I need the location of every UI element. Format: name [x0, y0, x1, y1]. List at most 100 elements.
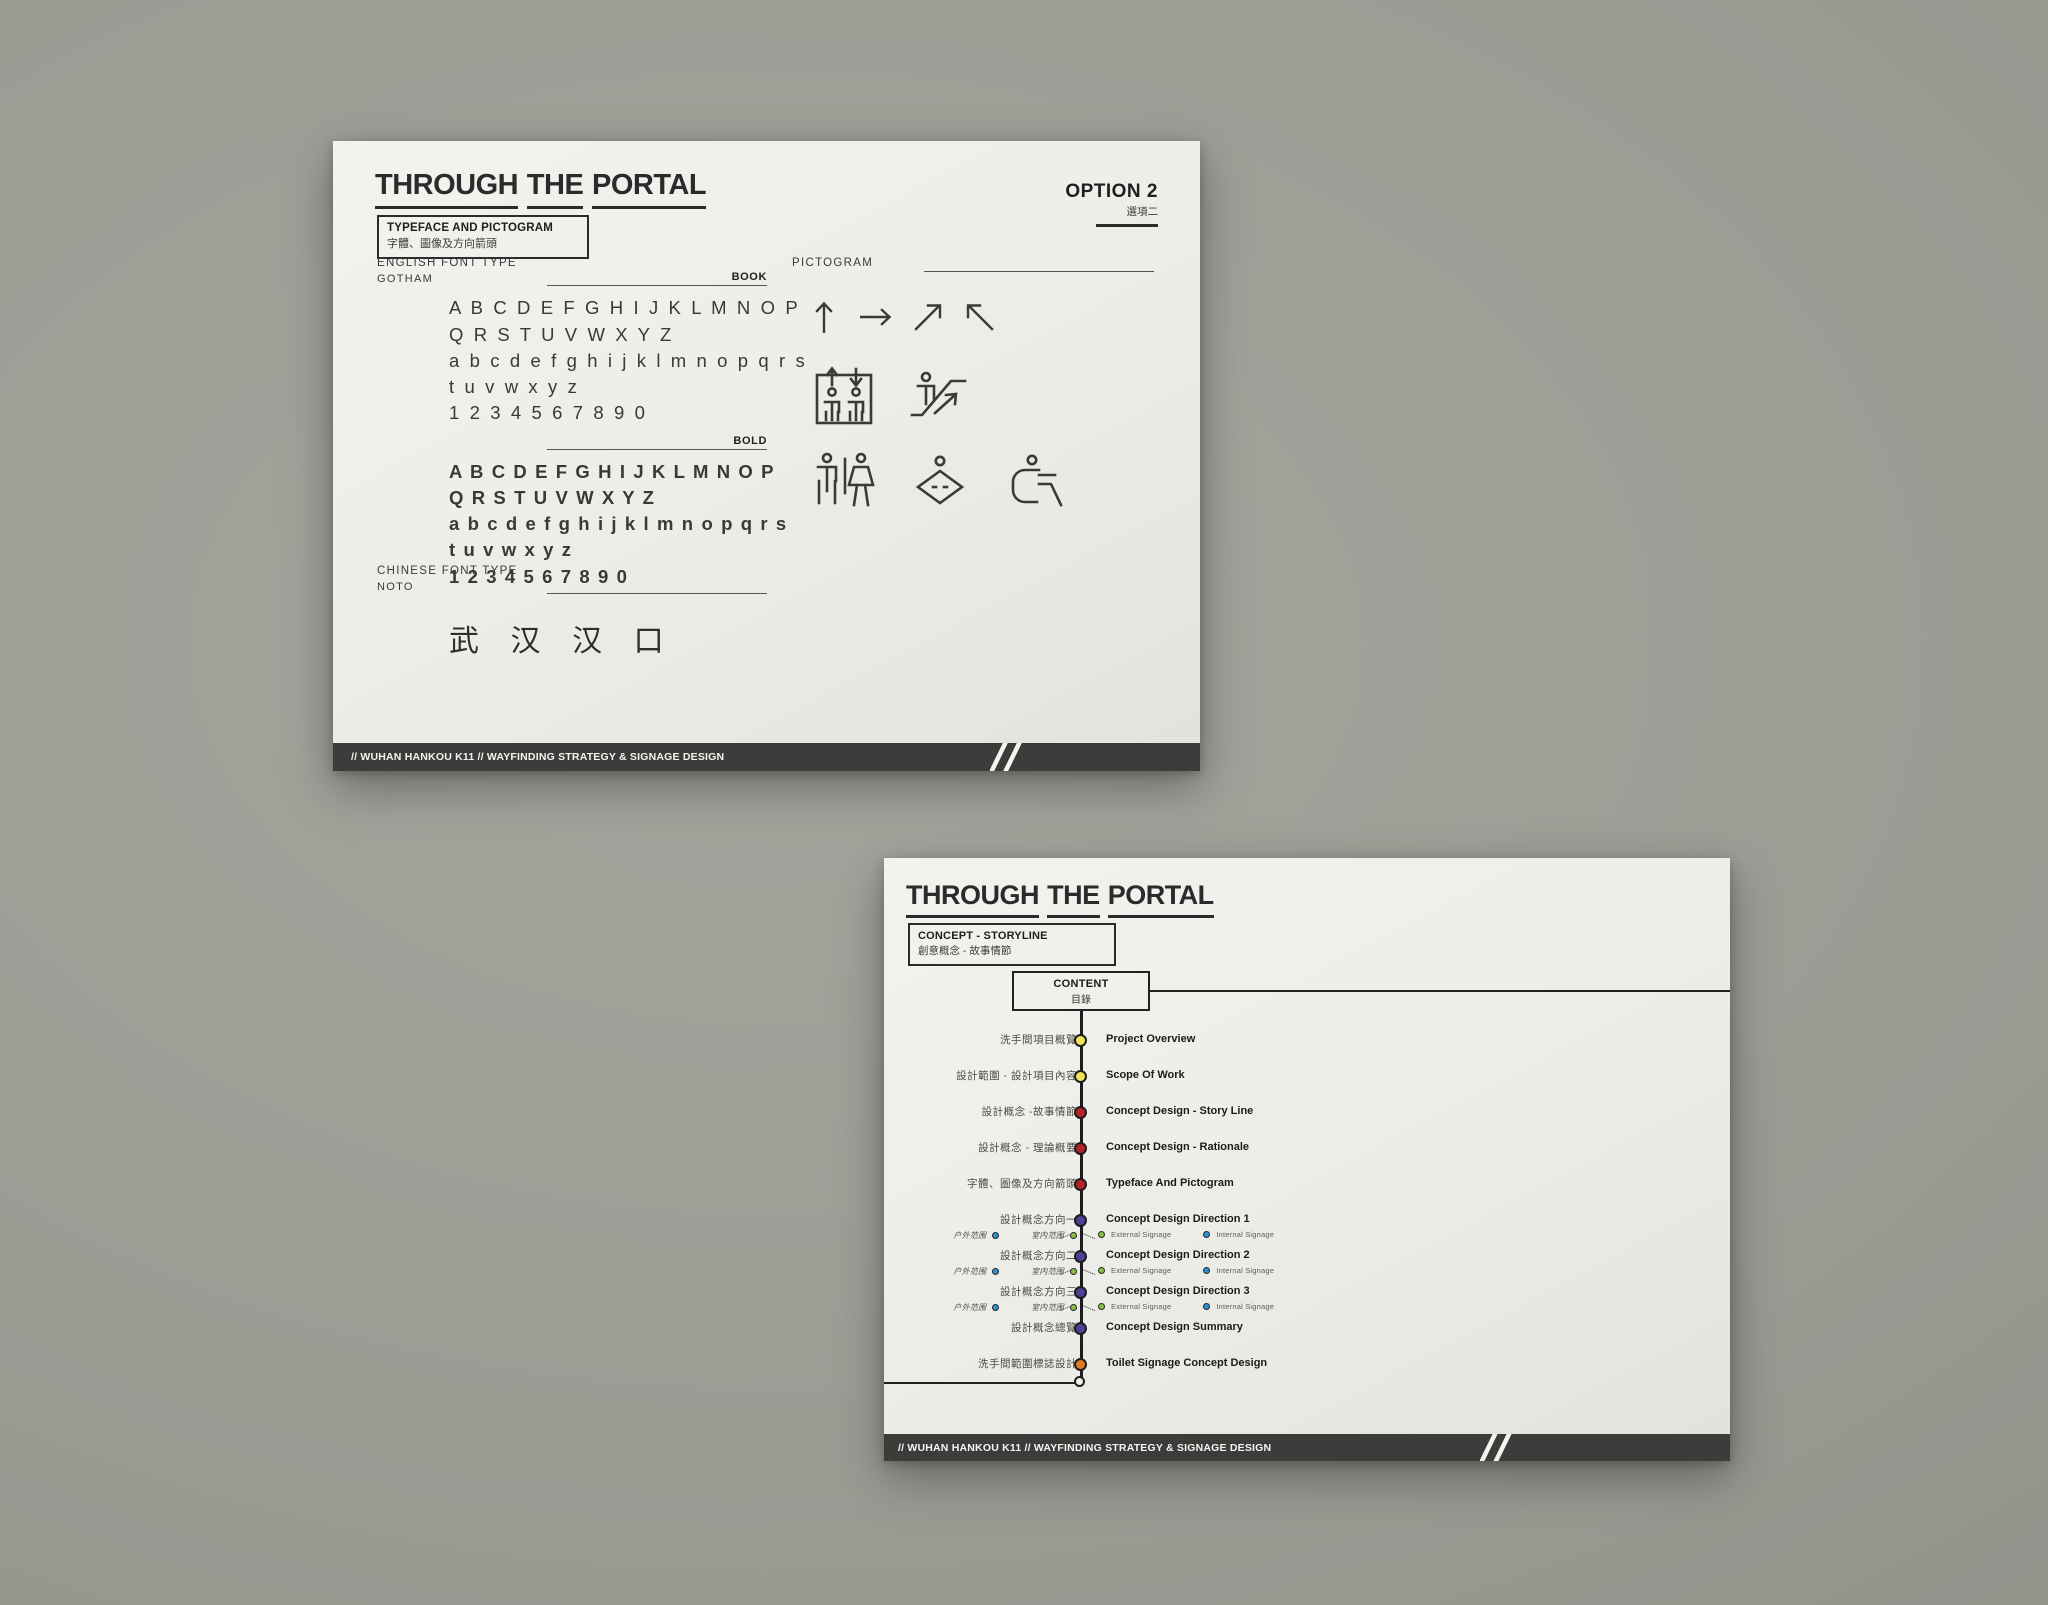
alpha-bold-line-4: t u v w x y z — [449, 539, 573, 561]
subtitle-chinese: 創意概念 - 故事情節 — [918, 945, 1012, 957]
subitem-label: 室内范围 — [1031, 1303, 1064, 1312]
slide-typeface-pictogram[interactable]: THROUGH THE PORTAL TYPEFACE AND PICTOGRA… — [333, 141, 1200, 771]
rule-bold — [547, 448, 767, 450]
alpha-book-line-3: a b c d e f g h i j k l m n o p q r s — [449, 349, 808, 371]
option-label: OPTION 2 選項二 — [1065, 181, 1158, 227]
timeline-node-dot — [1074, 1070, 1087, 1083]
subitems-chinese: 户外范围 室内范围 — [953, 1266, 1077, 1277]
content-header-line — [1150, 990, 1730, 992]
alpha-book-line-4: t u v w x y z — [449, 376, 580, 398]
timeline-item-label-english: Concept Design Direction 3 — [1106, 1285, 1250, 1297]
subtitle-box: TYPEFACE AND PICTOGRAM 字體、圖像及方向箭頭 — [377, 215, 589, 259]
subitem-dot — [992, 1268, 1000, 1275]
subitem-label: External Signage — [1111, 1302, 1172, 1311]
subtitle-english: TYPEFACE AND PICTOGRAM — [387, 222, 554, 234]
timeline-item-label-chinese: 字體、圖像及方向箭頭 — [967, 1178, 1077, 1190]
subitem-dot — [1203, 1267, 1211, 1274]
timeline-item-label-chinese: 設計概念總覽 — [1011, 1322, 1077, 1334]
alpha-book-line-5: 1 2 3 4 5 6 7 8 9 0 — [449, 402, 648, 424]
escalator-icon — [892, 360, 988, 432]
pictogram-row-2 — [796, 444, 1154, 516]
timeline-node-dot — [1074, 1322, 1087, 1335]
subitems-chinese: 户外范围 室内范围 — [953, 1230, 1077, 1241]
alpha-bold-line-3: a b c d e f g h i j k l m n o p q r s — [449, 513, 788, 535]
timeline-item-label-english: Concept Design Summary — [1106, 1321, 1243, 1333]
chinese-font-label: CHINESE FONT TYPE — [377, 565, 518, 577]
subitem-label: Internal Signage — [1216, 1302, 1275, 1311]
subtitle-chinese: 字體、圖像及方向箭頭 — [387, 238, 497, 250]
title-word-1: THROUGH — [906, 880, 1040, 918]
timeline-node-dot — [1074, 1358, 1087, 1371]
arrow-right-icon — [850, 300, 902, 334]
footer-slash-marks — [1480, 1434, 1520, 1461]
pictogram-row-1 — [796, 360, 1154, 432]
timeline-item-label-chinese: 設計概念 -故事情節 — [981, 1106, 1077, 1118]
timeline-item-label-chinese: 設計概念方向二 — [1000, 1250, 1077, 1262]
footer-text: // WUHAN HANKOU K11 // WAYFINDING STRATE… — [351, 751, 725, 763]
subitems-english: External Signage Internal Signage — [1098, 1230, 1274, 1239]
subtitle-box: CONCEPT - STORYLINE 創意概念 - 故事情節 — [908, 923, 1116, 966]
toilet-male-female-icon — [796, 444, 892, 516]
timeline-item-label-english: Typeface And Pictogram — [1106, 1177, 1234, 1189]
timeline-item-label-chinese: 洗手間項目概覽 — [1000, 1034, 1077, 1046]
timeline-item-label-chinese: 設計範圍 - 設計項目內容 — [956, 1070, 1077, 1082]
section-chinese-font: CHINESE FONT TYPE NOTO 武 汉 汉 口 — [377, 564, 767, 660]
subitem-dot — [1203, 1231, 1211, 1238]
subitem-dot — [1098, 1303, 1105, 1310]
arrow-up-left-icon — [954, 300, 1006, 334]
timeline-item-label-chinese: 設計概念方向三 — [1000, 1286, 1077, 1298]
rule-book — [547, 285, 767, 287]
timeline-item-label-english: Concept Design - Rationale — [1106, 1141, 1250, 1153]
baby-changing-icon — [892, 444, 988, 516]
elevator-icon — [796, 360, 892, 432]
subitem-dot — [992, 1304, 1000, 1311]
timeline-item-label-chinese: 設計概念 - 理論概要 — [978, 1142, 1077, 1154]
timeline-node-dot — [1074, 1034, 1087, 1047]
slide-concept-storyline[interactable]: THROUGH THE PORTAL CONCEPT - STORYLINE 創… — [884, 858, 1730, 1461]
subitem-dot — [1098, 1231, 1105, 1238]
alpha-book-line-2: Q R S T U V W X Y Z — [449, 323, 674, 345]
subitem-label: 户外范围 — [953, 1303, 987, 1312]
english-font-label: ENGLISH FONT TYPE — [377, 257, 517, 269]
timeline-node-dot — [1074, 1178, 1087, 1191]
timeline-item-label-chinese: 洗手間範圍標誌設計 — [978, 1358, 1077, 1370]
page-title: THROUGH THE PORTAL — [375, 169, 715, 209]
subitem-dot — [1203, 1303, 1211, 1310]
timeline-item-label-english: Concept Design Direction 1 — [1106, 1213, 1250, 1225]
subitem-label: Internal Signage — [1216, 1266, 1275, 1275]
wheelchair-accessible-icon — [988, 444, 1084, 516]
subitems-english: External Signage Internal Signage — [1098, 1302, 1274, 1311]
alphabet-book: A B C D E F G H I J K L M N O P Q R S T … — [449, 295, 808, 426]
option-english: OPTION 2 — [1065, 181, 1158, 202]
weight-tag-bold: BOLD — [733, 434, 767, 447]
timeline-end-node — [1074, 1376, 1085, 1387]
timeline-item-label-english: Scope Of Work — [1106, 1069, 1185, 1081]
footer-bar: // WUHAN HANKOU K11 // WAYFINDING STRATE… — [333, 743, 1200, 771]
option-chinese: 選項二 — [1126, 206, 1159, 218]
subitems-chinese: 户外范围 室内范围 — [953, 1302, 1077, 1313]
rule-chinese — [547, 593, 767, 595]
timeline-item-label-english: Concept Design - Story Line — [1106, 1105, 1254, 1117]
subitems-english: External Signage Internal Signage — [1098, 1266, 1274, 1275]
footer-bar: // WUHAN HANKOU K11 // WAYFINDING STRATE… — [884, 1434, 1730, 1461]
pictogram-label: PICTOGRAM — [792, 257, 874, 269]
footer-text: // WUHAN HANKOU K11 // WAYFINDING STRATE… — [898, 1441, 1272, 1454]
subitem-dot — [1070, 1232, 1077, 1239]
timeline-item-label-chinese: 設計概念方向一 — [1000, 1214, 1077, 1226]
timeline-node-dot — [1074, 1106, 1087, 1119]
content-label-english: CONTENT — [1053, 978, 1109, 990]
subitem-dot — [1098, 1267, 1105, 1274]
subitem-label: 室内范围 — [1031, 1267, 1064, 1276]
timeline-node-dot — [1074, 1214, 1087, 1227]
chinese-font-name: NOTO — [377, 580, 414, 593]
subitem-label: 户外范围 — [953, 1231, 987, 1240]
title-word-3: PORTAL — [591, 169, 707, 209]
subitem-label: 室内范围 — [1031, 1231, 1064, 1240]
subitem-dot — [992, 1232, 1000, 1239]
title-word-2: THE — [1047, 880, 1100, 918]
timeline-node-dot — [1074, 1286, 1087, 1299]
alpha-bold-line-1: A B C D E F G H I J K L M N O P — [449, 460, 776, 482]
title-word-3: PORTAL — [1107, 880, 1214, 918]
arrow-up-icon — [798, 300, 850, 334]
subitem-dot — [1070, 1304, 1077, 1311]
